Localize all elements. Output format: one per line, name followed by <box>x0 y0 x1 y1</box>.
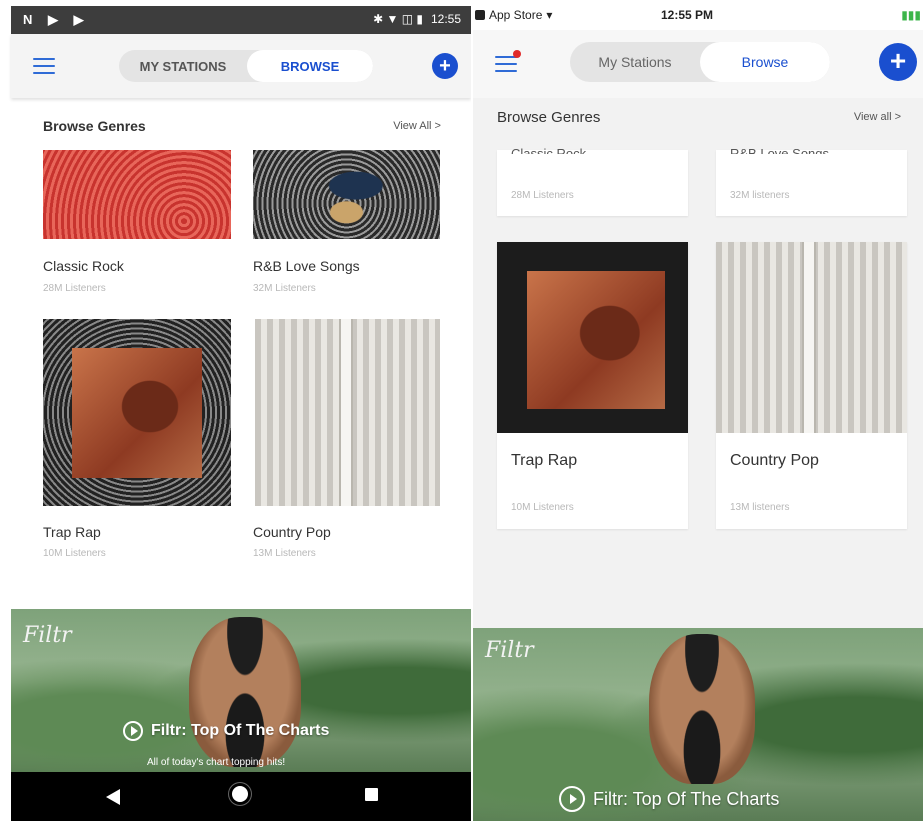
status-icons: ✱ ▼ ◫ ▮ 12:55 <box>373 12 461 26</box>
status-bar: App Store ▾ 12:55 PM ▮▮▮ <box>473 0 923 30</box>
genre-title[interactable]: Country Pop <box>253 524 331 540</box>
section-title: Browse Genres <box>43 118 146 134</box>
tab-browse[interactable]: BROWSE <box>247 50 373 82</box>
genre-listeners: 13M listeners <box>730 502 790 513</box>
add-station-button[interactable]: + <box>432 53 458 79</box>
genre-art-rnb-love-songs[interactable] <box>253 150 440 239</box>
section-header: Browse Genres View all > <box>497 102 901 132</box>
genre-listeners: 32M listeners <box>730 190 790 201</box>
tab-my-stations[interactable]: MY STATIONS <box>119 50 247 82</box>
status-bar: N ▶ ▶ ✱ ▼ ◫ ▮ 12:55 <box>11 6 471 34</box>
artist-photo <box>189 617 301 767</box>
stripe-graphic <box>339 319 353 506</box>
menu-icon[interactable] <box>33 58 55 74</box>
banner-title-row[interactable]: Filtr: Top Of The Charts <box>559 786 779 812</box>
featured-playlist-banner[interactable]: Filtr Filtr: Top Of The Charts All of to… <box>11 609 471 772</box>
section-title: Browse Genres <box>497 108 601 126</box>
featured-playlist-banner[interactable]: Filtr Filtr: Top Of The Charts <box>473 628 923 821</box>
carrier-label: App Store <box>489 8 543 22</box>
view-all-link[interactable]: View All > <box>393 120 441 132</box>
banner-title: Filtr: Top Of The Charts <box>593 788 780 809</box>
genre-art-trap-rap[interactable] <box>43 319 231 506</box>
menu-icon[interactable] <box>495 56 517 72</box>
genre-listeners: 32M Listeners <box>253 283 316 294</box>
genre-title: Trap Rap <box>511 452 578 469</box>
genre-card[interactable]: Country Pop 13M listeners <box>716 242 907 529</box>
wifi-icon: ▾ <box>546 8 553 22</box>
genre-title: R&B Love Songs <box>730 146 830 154</box>
genre-card[interactable]: Trap Rap 10M Listeners <box>497 242 688 529</box>
station-tabs: My Stations Browse <box>570 42 830 82</box>
genre-title[interactable]: Trap Rap <box>43 524 101 540</box>
album-cover <box>527 271 665 409</box>
genre-title[interactable]: R&B Love Songs <box>253 258 360 274</box>
app-store-icon <box>475 10 485 20</box>
back-icon[interactable] <box>106 789 120 805</box>
home-icon[interactable] <box>232 786 248 802</box>
system-nav-bar <box>11 772 471 821</box>
genre-art-country-pop <box>716 242 907 433</box>
genre-title[interactable]: Classic Rock <box>43 258 124 274</box>
battery-icon: ▮▮▮ <box>901 8 921 22</box>
genre-listeners: 28M Listeners <box>511 190 574 201</box>
play-icon[interactable] <box>123 721 143 741</box>
stripe-graphic <box>802 242 816 433</box>
filtr-logo: Filtr <box>23 623 72 648</box>
notification-icons: N ▶ ▶ <box>23 12 90 27</box>
view-all-link[interactable]: View all > <box>854 111 901 123</box>
genre-card[interactable]: R&B Love Songs 32M listeners <box>716 146 907 216</box>
recents-icon[interactable] <box>365 788 378 801</box>
genre-art-country-pop[interactable] <box>255 319 440 506</box>
genre-listeners: 10M Listeners <box>511 502 574 513</box>
back-to-app[interactable]: App Store ▾ <box>475 8 552 22</box>
clock: 12:55 PM <box>661 8 714 22</box>
top-bar: MY STATIONS BROWSE + <box>11 34 471 98</box>
genre-listeners: 13M Listeners <box>253 548 316 559</box>
tab-browse[interactable]: Browse <box>700 42 830 82</box>
album-cover <box>72 348 202 478</box>
station-tabs: MY STATIONS BROWSE <box>119 50 373 82</box>
genre-listeners: 10M Listeners <box>43 548 106 559</box>
system-icons: ✱ ▼ ◫ ▮ <box>373 12 423 26</box>
genre-art-classic-rock[interactable] <box>43 150 231 239</box>
banner-subtitle: All of today's chart topping hits! <box>147 757 286 768</box>
genre-title: Country Pop <box>730 452 819 469</box>
add-station-button[interactable]: + <box>879 43 917 81</box>
section-header: Browse Genres View All > <box>43 112 441 140</box>
ios-screen: App Store ▾ 12:55 PM ▮▮▮ My Stations Bro… <box>473 0 923 821</box>
filtr-logo: Filtr <box>485 638 534 663</box>
genre-art-trap-rap <box>497 242 688 433</box>
top-bar: My Stations Browse + <box>473 30 923 99</box>
banner-title-row[interactable]: Filtr: Top Of The Charts <box>123 721 329 741</box>
genre-title: Classic Rock <box>511 146 587 154</box>
tab-my-stations[interactable]: My Stations <box>570 42 700 82</box>
artist-photo <box>649 634 755 784</box>
banner-title: Filtr: Top Of The Charts <box>151 722 330 739</box>
play-icon[interactable] <box>559 786 585 812</box>
genre-card[interactable]: Classic Rock 28M Listeners <box>497 146 688 216</box>
android-screen: N ▶ ▶ ✱ ▼ ◫ ▮ 12:55 MY STATIONS BROWSE +… <box>0 0 471 821</box>
notification-dot <box>513 50 521 58</box>
genre-listeners: 28M Listeners <box>43 283 106 294</box>
clock: 12:55 <box>430 12 461 26</box>
